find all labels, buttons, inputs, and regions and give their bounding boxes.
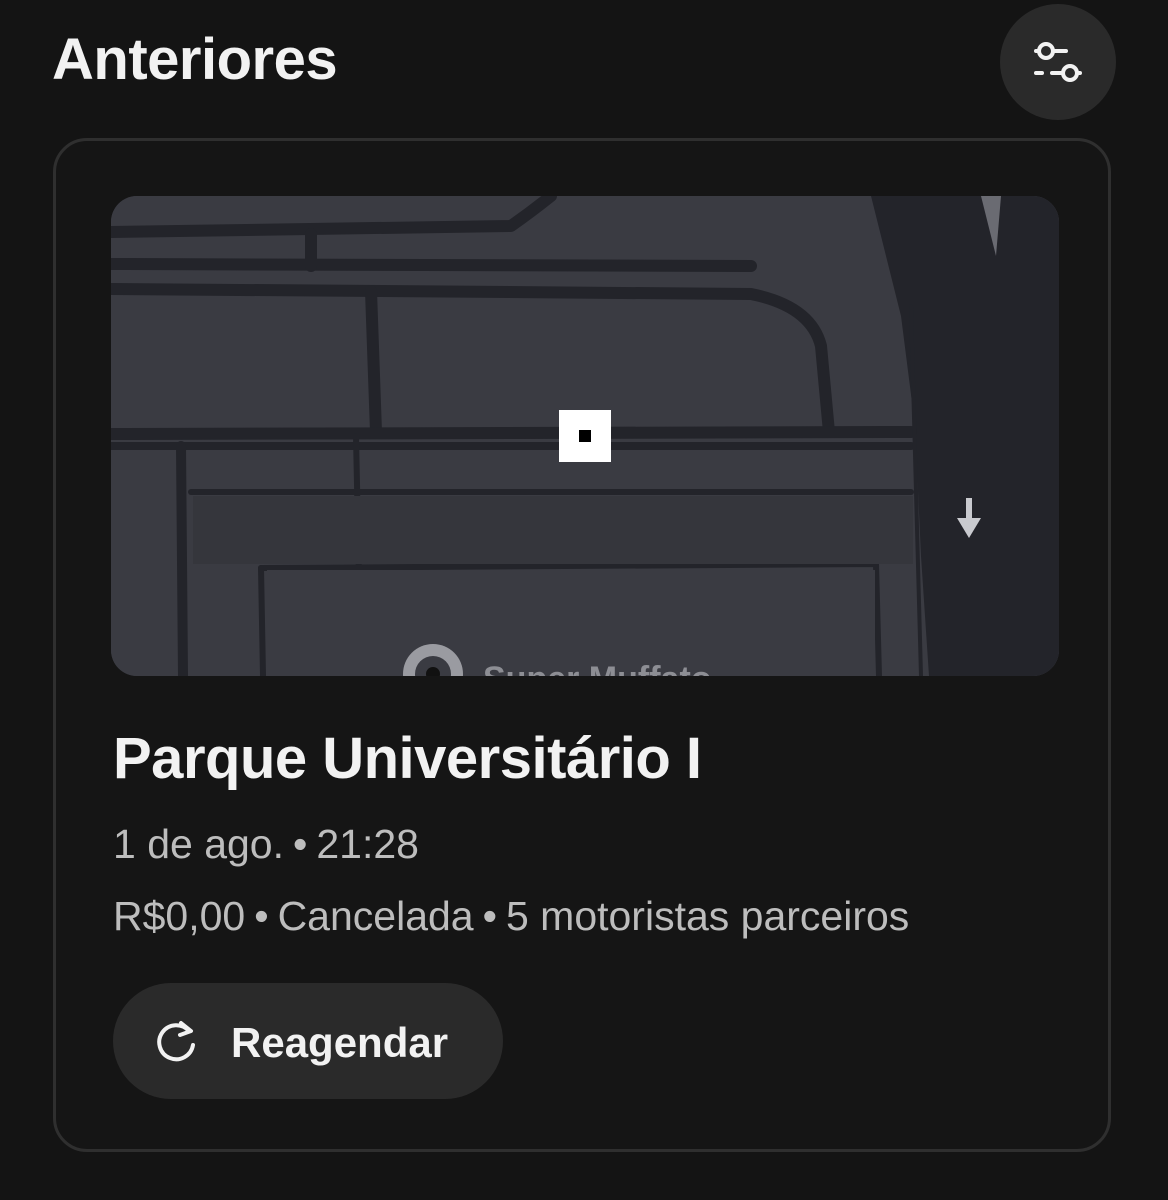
refresh-icon — [157, 1021, 195, 1062]
trip-status: Cancelada — [277, 893, 474, 939]
trip-drivers: 5 motoristas parceiros — [505, 893, 910, 939]
reschedule-button[interactable]: Reagendar — [113, 983, 503, 1099]
trip-price: R$0,00 — [113, 893, 246, 939]
separator: • — [293, 821, 308, 867]
reschedule-label: Reagendar — [231, 1019, 449, 1066]
trip-card[interactable]: Super Muffato Parque Universitário I 1 d… — [53, 138, 1111, 1152]
trip-map[interactable]: Super Muffato — [111, 196, 1059, 676]
section-header: Anteriores — [52, 0, 1116, 124]
filter-button[interactable] — [1000, 4, 1116, 120]
trip-date: 1 de ago. — [113, 821, 284, 867]
page-title: Anteriores — [52, 27, 338, 92]
separator: • — [482, 893, 497, 939]
poi-label: Super Muffato — [483, 660, 712, 676]
trip-summary: R$0,00 • Cancelada • 5 motoristas parceiros — [113, 893, 909, 940]
trip-destination: Parque Universitário I — [113, 726, 702, 791]
sliders-filter-icon — [1034, 42, 1082, 82]
separator: • — [254, 893, 269, 939]
map-pin-square-icon — [559, 410, 611, 462]
trip-datetime: 1 de ago. • 21:28 — [113, 821, 419, 868]
trip-time: 21:28 — [316, 821, 419, 867]
